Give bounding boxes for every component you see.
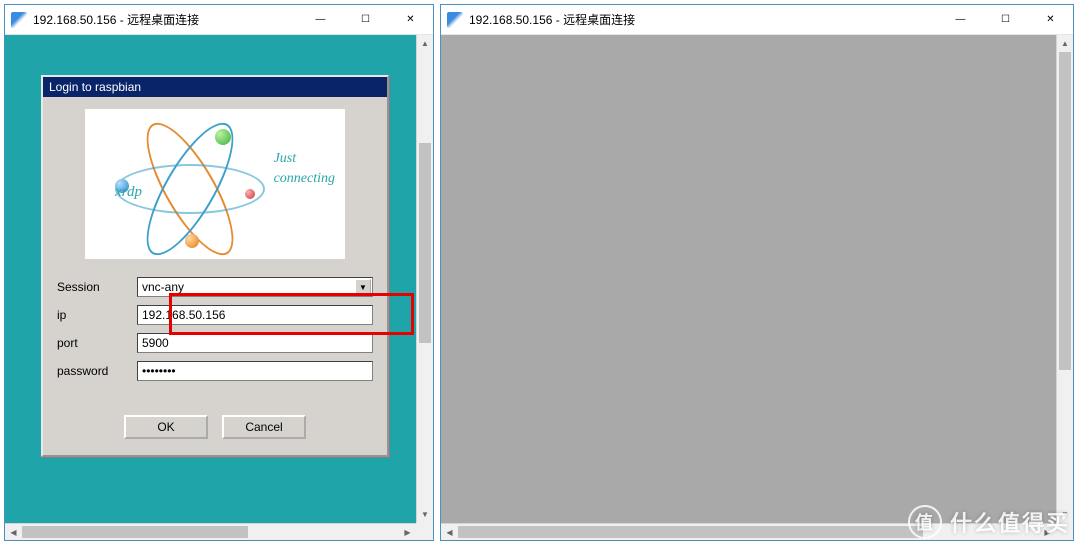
- vertical-scrollbar[interactable]: ▲ ▼: [416, 35, 433, 523]
- scroll-left-icon[interactable]: ◀: [5, 524, 22, 541]
- ip-label: ip: [57, 308, 137, 322]
- session-row: Session vnc-any ▼: [57, 277, 373, 297]
- cancel-button[interactable]: Cancel: [222, 415, 306, 439]
- password-input[interactable]: [137, 361, 373, 381]
- rdp-window-right: 192.168.50.156 - 远程桌面连接 — ☐ ✕ ▲ ▼ ◀ ▶: [440, 4, 1074, 541]
- scroll-down-icon[interactable]: ▼: [1057, 506, 1074, 523]
- session-label: Session: [57, 280, 137, 294]
- ip-row: ip: [57, 305, 373, 325]
- login-dialog-title: Login to raspbian: [43, 77, 387, 97]
- window-controls: — ☐ ✕: [938, 5, 1073, 34]
- scroll-left-icon[interactable]: ◀: [441, 524, 458, 541]
- rdp-icon: [11, 12, 27, 28]
- session-value: vnc-any: [142, 280, 184, 294]
- scroll-track[interactable]: [1057, 52, 1073, 506]
- horizontal-scrollbar[interactable]: ◀ ▶: [5, 523, 416, 540]
- scroll-track[interactable]: [458, 524, 1039, 540]
- port-input[interactable]: [137, 333, 373, 353]
- scroll-down-icon[interactable]: ▼: [417, 506, 434, 523]
- login-dialog-body: xrdp Just connecting Session vnc-any ▼ i…: [43, 97, 387, 455]
- logo-product-text: xrdp: [115, 184, 142, 201]
- session-combobox[interactable]: vnc-any ▼: [137, 277, 373, 297]
- scroll-up-icon[interactable]: ▲: [417, 35, 434, 52]
- scroll-track[interactable]: [22, 524, 399, 540]
- vertical-scrollbar[interactable]: ▲ ▼: [1056, 35, 1073, 523]
- password-row: password: [57, 361, 373, 381]
- minimize-button[interactable]: —: [298, 5, 343, 34]
- scroll-thumb[interactable]: [419, 143, 431, 343]
- titlebar[interactable]: 192.168.50.156 - 远程桌面连接 — ☐ ✕: [441, 5, 1073, 35]
- horizontal-scrollbar[interactable]: ◀ ▶: [441, 523, 1056, 540]
- logo-tagline: Just connecting: [274, 149, 335, 188]
- xrdp-login-dialog: Login to raspbian xrdp Just: [41, 75, 389, 457]
- ip-input[interactable]: [137, 305, 373, 325]
- dropdown-arrow-icon[interactable]: ▼: [355, 279, 371, 295]
- dialog-button-row: OK Cancel: [57, 415, 373, 439]
- scroll-track[interactable]: [417, 52, 433, 506]
- close-button[interactable]: ✕: [1028, 5, 1073, 34]
- scroll-right-icon[interactable]: ▶: [399, 524, 416, 541]
- window-controls: — ☐ ✕: [298, 5, 433, 34]
- rdp-window-left: 192.168.50.156 - 远程桌面连接 — ☐ ✕ Login to r…: [4, 4, 434, 541]
- remote-desktop-viewport: Login to raspbian xrdp Just: [5, 35, 433, 540]
- port-row: port: [57, 333, 373, 353]
- scroll-thumb[interactable]: [458, 526, 923, 538]
- window-title: 192.168.50.156 - 远程桌面连接: [33, 11, 298, 28]
- scroll-thumb[interactable]: [22, 526, 248, 538]
- scrollbar-corner: [1056, 523, 1073, 540]
- scroll-right-icon[interactable]: ▶: [1039, 524, 1056, 541]
- remote-desktop-viewport: ▲ ▼ ◀ ▶: [441, 35, 1073, 540]
- password-label: password: [57, 364, 137, 378]
- scroll-thumb[interactable]: [1059, 52, 1071, 370]
- scroll-up-icon[interactable]: ▲: [1057, 35, 1074, 52]
- maximize-button[interactable]: ☐: [983, 5, 1028, 34]
- maximize-button[interactable]: ☐: [343, 5, 388, 34]
- minimize-button[interactable]: —: [938, 5, 983, 34]
- ok-button[interactable]: OK: [124, 415, 208, 439]
- scrollbar-corner: [416, 523, 433, 540]
- titlebar[interactable]: 192.168.50.156 - 远程桌面连接 — ☐ ✕: [5, 5, 433, 35]
- port-label: port: [57, 336, 137, 350]
- window-title: 192.168.50.156 - 远程桌面连接: [469, 11, 938, 28]
- rdp-icon: [447, 12, 463, 28]
- xrdp-logo: xrdp Just connecting: [85, 109, 345, 259]
- close-button[interactable]: ✕: [388, 5, 433, 34]
